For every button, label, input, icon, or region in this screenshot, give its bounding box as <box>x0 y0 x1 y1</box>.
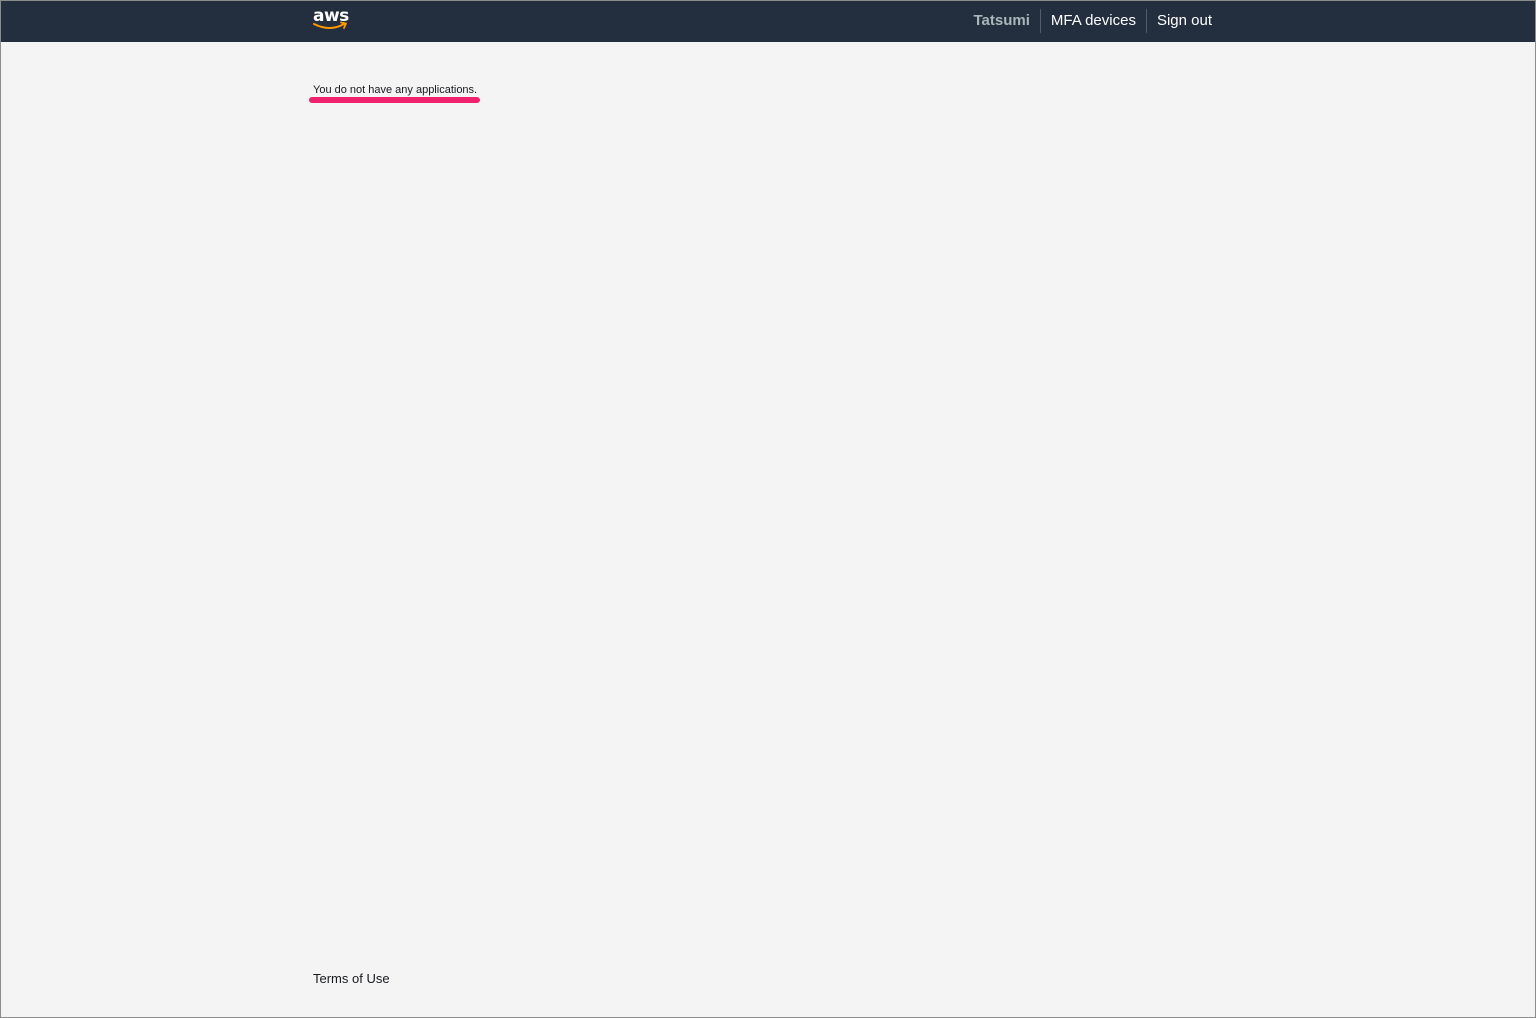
mfa-devices-link[interactable]: MFA devices <box>1041 8 1146 34</box>
sign-out-link[interactable]: Sign out <box>1147 8 1222 34</box>
applications-panel: You do not have any applications. <box>313 83 477 97</box>
user-name[interactable]: Tatsumi <box>964 8 1040 34</box>
aws-smile-icon <box>313 21 347 29</box>
annotation-underline <box>309 97 480 103</box>
aws-logo[interactable]: aws <box>313 6 349 34</box>
terms-of-use-link[interactable]: Terms of Use <box>313 971 390 987</box>
empty-applications-message: You do not have any applications. <box>313 84 478 96</box>
app-window: aws Tatsumi MFA devices Sign out You do … <box>0 0 1536 1018</box>
top-navigation-bar: aws Tatsumi MFA devices Sign out <box>1 1 1535 42</box>
header-nav: Tatsumi MFA devices Sign out <box>964 8 1223 34</box>
